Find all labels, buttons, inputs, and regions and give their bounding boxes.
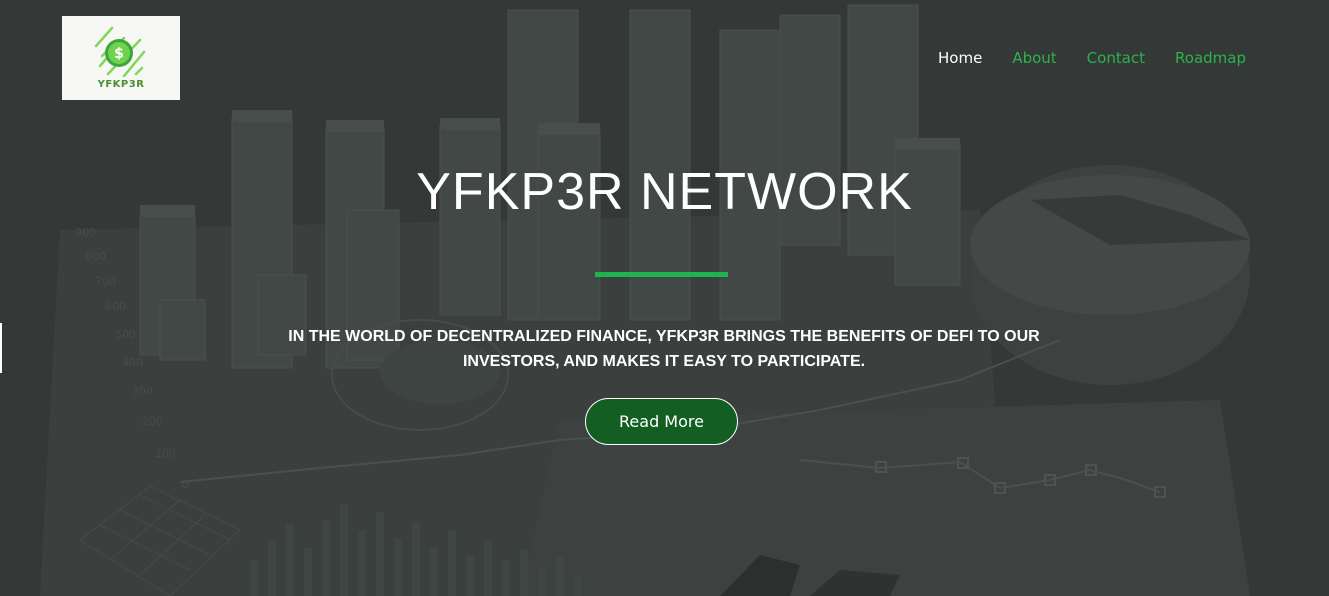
main-nav: Home About Contact Roadmap bbox=[938, 48, 1246, 68]
nav-item-contact[interactable]: Contact bbox=[1087, 48, 1145, 68]
nav-item-home[interactable]: Home bbox=[938, 48, 982, 68]
hero-dim-overlay bbox=[0, 0, 1329, 596]
site-logo[interactable]: $ YFKP3R bbox=[62, 16, 180, 100]
nav-item-about[interactable]: About bbox=[1012, 48, 1056, 68]
hero-section: 900 800 700 600 500 400 300 200 100 0 $ … bbox=[0, 0, 1329, 596]
hero-tagline: IN THE WORLD OF DECENTRALIZED FINANCE, Y… bbox=[288, 328, 1040, 370]
title-divider bbox=[595, 272, 728, 277]
read-more-button[interactable]: Read More bbox=[585, 398, 738, 445]
svg-text:$: $ bbox=[114, 46, 124, 62]
logo-wordmark: YFKP3R bbox=[97, 79, 145, 90]
left-edge-indicator bbox=[0, 323, 2, 373]
hero-title: YFKP3R NETWORK bbox=[416, 163, 913, 221]
nav-item-roadmap[interactable]: Roadmap bbox=[1175, 48, 1246, 68]
